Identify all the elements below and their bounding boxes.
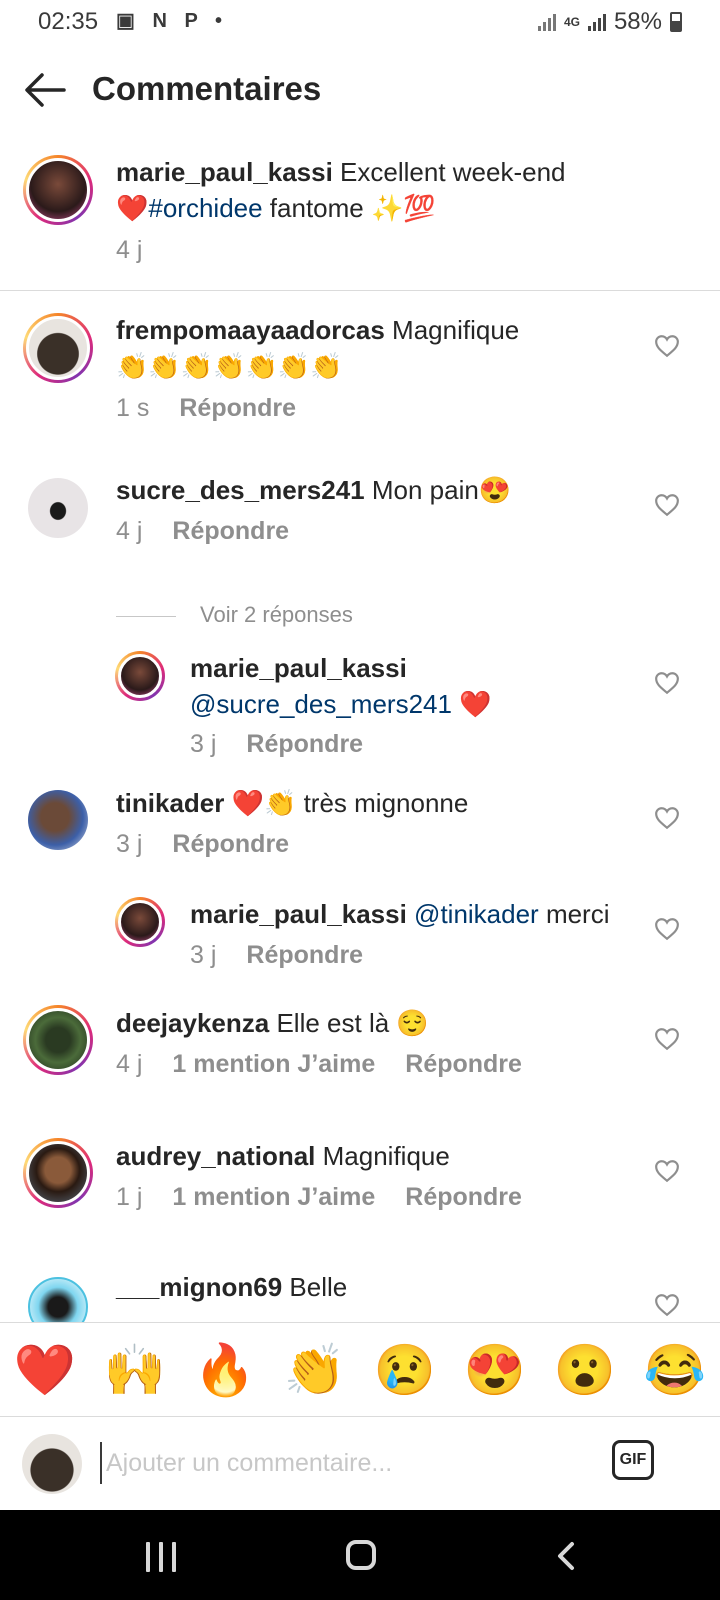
like-heart-icon[interactable]	[654, 493, 680, 517]
comment-time: 4 j	[116, 1050, 143, 1078]
signal-icon	[537, 13, 556, 31]
comment-username[interactable]: sucre_des_mers241	[116, 475, 365, 505]
comment-text: audrey_national Magnifique	[116, 1141, 450, 1171]
comment-text: tinikader ❤️👏 très mignonne	[116, 788, 469, 818]
comment-text: frempomaayaadorcas Magnifique 👏👏👏👏👏👏👏	[116, 315, 520, 381]
status-time: 02:35	[38, 8, 99, 35]
comment-meta: 4 j Répondre	[116, 517, 319, 546]
hashtag-link[interactable]: #orchidee	[148, 193, 262, 223]
replies-divider	[116, 616, 176, 617]
reply-username[interactable]: marie_paul_kassi	[190, 899, 407, 929]
comment-time: 1 s	[116, 394, 150, 422]
partial-comment: ___mignon69 Belle	[0, 1265, 720, 1323]
system-back-icon[interactable]	[552, 1540, 582, 1572]
avatar[interactable]	[115, 651, 165, 701]
comment-text: ___mignon69 Belle	[116, 1272, 348, 1302]
emoji-heart[interactable]: ❤️	[14, 1341, 76, 1400]
reply-meta: 3 j Répondre	[190, 730, 393, 759]
comment-time: 4 j	[116, 517, 143, 545]
notification-icons: ▣ N P •	[116, 10, 228, 32]
emoji-crying[interactable]: 😢	[374, 1341, 436, 1400]
emoji-raised-hands[interactable]: 🙌	[104, 1341, 166, 1400]
reply-button[interactable]: Répondre	[405, 1050, 522, 1078]
like-heart-icon[interactable]	[654, 917, 680, 941]
reply-time: 3 j	[190, 730, 217, 758]
reply-button[interactable]: Répondre	[172, 517, 289, 545]
battery-percent: 58%	[613, 8, 662, 35]
recent-apps-icon[interactable]	[146, 1542, 176, 1572]
caption-time: 4 j	[116, 236, 143, 264]
comment-meta: 1 j 1 mention J’aime Répondre	[116, 1183, 552, 1212]
signal-icon-2	[587, 13, 606, 31]
comment-meta: 4 j 1 mention J’aime Répondre	[116, 1050, 552, 1079]
reply-text: marie_paul_kassi @tinikader merci	[190, 899, 610, 929]
avatar[interactable]	[115, 897, 165, 947]
emoji-surprised[interactable]: 😮	[554, 1341, 616, 1400]
gif-button[interactable]: GIF	[612, 1440, 654, 1480]
reply-button[interactable]: Répondre	[246, 941, 363, 969]
like-heart-icon[interactable]	[654, 1027, 680, 1051]
top-app-bar: Commentaires	[0, 60, 720, 120]
reply-button[interactable]: Répondre	[405, 1183, 522, 1211]
back-arrow-icon[interactable]	[22, 70, 68, 110]
emoji-heart-eyes[interactable]: 😍	[464, 1341, 526, 1400]
own-avatar	[22, 1434, 82, 1494]
comment-meta: 3 j Répondre	[116, 830, 319, 859]
caption-meta: 4 j	[116, 236, 172, 265]
status-right: 4G 58%	[537, 8, 682, 36]
reply-username[interactable]: marie_paul_kassi	[190, 653, 407, 683]
comment-username[interactable]: frempomaayaadorcas	[116, 315, 385, 345]
reply-text: marie_paul_kassi @sucre_des_mers241 ❤️	[190, 653, 492, 719]
comment-input-bar: GIF	[0, 1418, 720, 1508]
comment-time: 3 j	[116, 830, 143, 858]
likes-count[interactable]: 1 mention J’aime	[172, 1050, 375, 1078]
reply-button[interactable]: Répondre	[246, 730, 363, 758]
avatar[interactable]	[23, 1005, 93, 1075]
divider	[0, 1416, 720, 1417]
like-heart-icon[interactable]	[654, 671, 680, 695]
like-heart-icon[interactable]	[654, 334, 680, 358]
caption-username[interactable]: marie_paul_kassi	[116, 157, 333, 187]
network-type: 4G	[563, 14, 580, 29]
likes-count[interactable]: 1 mention J’aime	[172, 1183, 375, 1211]
like-heart-icon[interactable]	[654, 806, 680, 830]
comment-username[interactable]: audrey_national	[116, 1141, 315, 1171]
reply-meta: 3 j Répondre	[190, 941, 393, 970]
page-title: Commentaires	[92, 70, 322, 107]
like-heart-icon[interactable]	[654, 1293, 680, 1317]
divider	[0, 1322, 720, 1323]
home-icon[interactable]	[346, 1540, 376, 1570]
comment-input[interactable]	[100, 1442, 588, 1484]
status-bar: 02:35 ▣ N P • 4G 58%	[0, 0, 720, 48]
avatar[interactable]	[23, 155, 93, 225]
mention-link[interactable]: @tinikader	[414, 899, 539, 929]
avatar[interactable]	[23, 1138, 93, 1208]
battery-icon	[670, 12, 682, 32]
comment-time: 1 j	[116, 1183, 143, 1211]
avatar[interactable]	[28, 478, 88, 538]
reply-button[interactable]: Répondre	[172, 830, 289, 858]
emoji-quick-bar: ❤️ 🙌 🔥 👏 😢 😍 😮 😂	[0, 1324, 720, 1416]
comment-username[interactable]: tinikader	[116, 788, 224, 818]
emoji-clap[interactable]: 👏	[284, 1341, 346, 1400]
system-nav-bar	[0, 1510, 720, 1600]
reply-button[interactable]: Répondre	[179, 394, 296, 422]
avatar[interactable]	[28, 790, 88, 850]
comment-text: deejaykenza Elle est là 😌	[116, 1008, 429, 1038]
comment-text: sucre_des_mers241 Mon pain😍	[116, 475, 512, 505]
comment-username[interactable]: ___mignon69	[116, 1272, 282, 1302]
caption-text: marie_paul_kassi Excellent week-end ❤️#o…	[116, 157, 566, 223]
avatar[interactable]	[23, 313, 93, 383]
reply-time: 3 j	[190, 941, 217, 969]
emoji-tears-of-joy[interactable]: 😂	[644, 1341, 706, 1400]
view-replies-button[interactable]: Voir 2 réponses	[200, 602, 353, 628]
divider	[0, 290, 720, 291]
like-heart-icon[interactable]	[654, 1159, 680, 1183]
avatar[interactable]	[28, 1277, 88, 1323]
comment-meta: 1 s Répondre	[116, 394, 326, 423]
comment-username[interactable]: deejaykenza	[116, 1008, 269, 1038]
emoji-fire[interactable]: 🔥	[194, 1341, 256, 1400]
mention-link[interactable]: @sucre_des_mers241	[190, 689, 452, 719]
